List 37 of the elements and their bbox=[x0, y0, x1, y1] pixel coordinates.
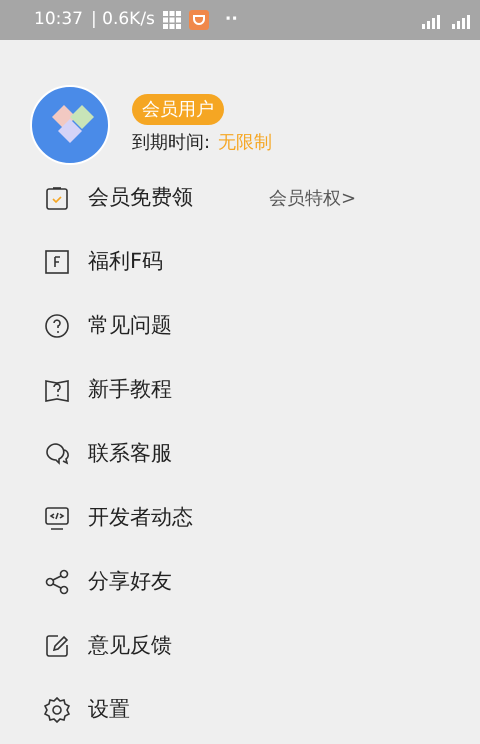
menu-item[interactable]: 分享好友 bbox=[0, 550, 480, 614]
expiry-value: 无限制 bbox=[218, 131, 272, 155]
help-icon bbox=[44, 313, 70, 339]
menu-label: 新手教程 bbox=[88, 376, 172, 404]
edit-icon bbox=[44, 633, 70, 659]
grid-icon bbox=[162, 11, 181, 29]
menu-label: 常见问题 bbox=[88, 312, 172, 340]
menu-label: 意见反馈 bbox=[88, 632, 172, 660]
menu-item[interactable]: 新手教程 bbox=[0, 358, 480, 422]
status-time: 10:37 bbox=[34, 8, 83, 32]
more-indicator: ·· bbox=[224, 8, 238, 32]
menu-label: 开发者动态 bbox=[88, 504, 193, 532]
avatar[interactable] bbox=[30, 85, 110, 165]
chat-icon bbox=[44, 441, 70, 467]
menu-item[interactable]: 设置 bbox=[0, 678, 480, 742]
member-badge: 会员用户 bbox=[132, 94, 224, 125]
menu-label: 联系客服 bbox=[88, 440, 172, 468]
clipboard-icon bbox=[44, 185, 70, 211]
menu-item[interactable]: 联系客服 bbox=[0, 422, 480, 486]
menu-item[interactable]: 福利F码 bbox=[0, 230, 480, 294]
share-icon bbox=[44, 569, 70, 595]
menu-item[interactable]: 意见反馈 bbox=[0, 614, 480, 678]
menu-item[interactable]: 开发者动态 bbox=[0, 486, 480, 550]
menu-item[interactable]: 会员免费领 会员特权> bbox=[0, 166, 480, 230]
menu-label: 福利F码 bbox=[88, 248, 164, 276]
app-notification-icon bbox=[188, 10, 209, 30]
settings-icon bbox=[44, 697, 70, 723]
menu-label: 设置 bbox=[88, 696, 130, 724]
menu-label: 分享好友 bbox=[88, 568, 172, 596]
member-privileges-link[interactable]: 会员特权> bbox=[269, 184, 356, 212]
expiry-label: 到期时间: bbox=[132, 131, 210, 155]
book-question-icon bbox=[44, 377, 70, 403]
menu-item[interactable]: 常见问题 bbox=[0, 294, 480, 358]
letter-f-icon bbox=[44, 249, 70, 275]
network-speed: | 0.6K/s bbox=[91, 8, 155, 32]
menu-label: 会员免费领 bbox=[88, 184, 193, 212]
code-monitor-icon bbox=[44, 505, 70, 531]
